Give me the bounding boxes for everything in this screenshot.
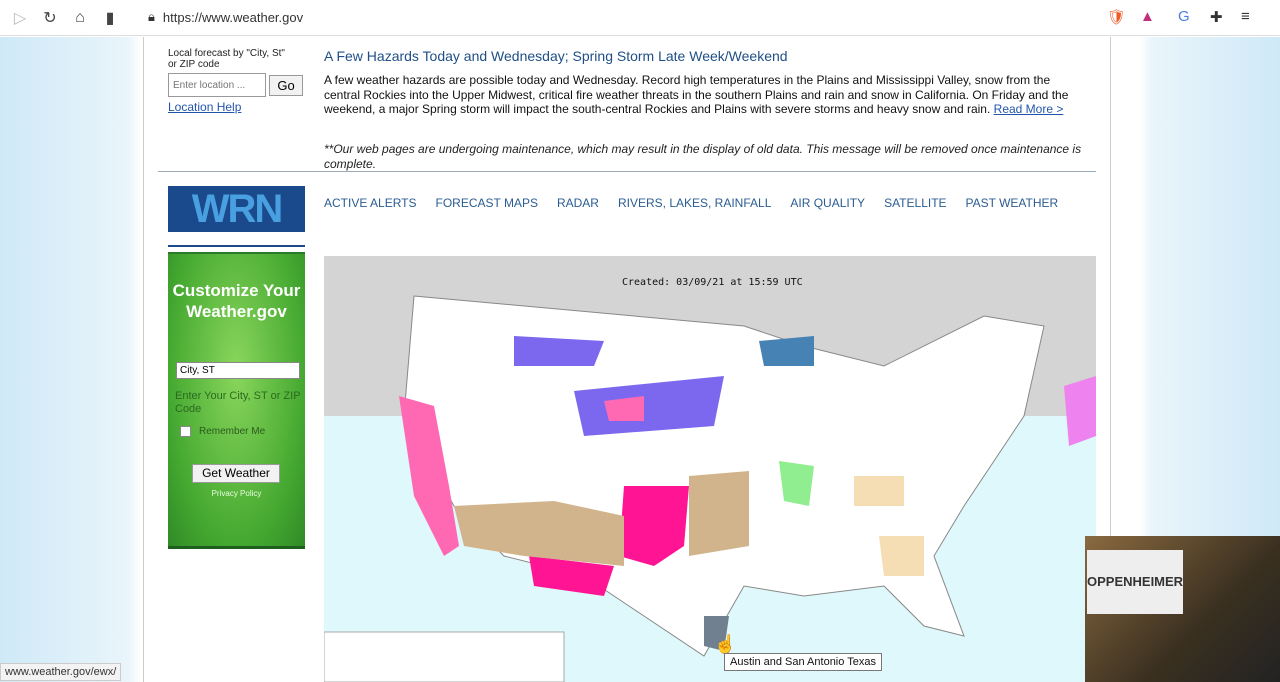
nav-radar[interactable]: RADAR	[557, 196, 599, 210]
location-help-link[interactable]: Location Help	[168, 100, 241, 114]
map-tooltip: Austin and San Antonio Texas	[724, 653, 882, 671]
address-bar[interactable]: 🔒︎ https://www.weather.gov	[148, 9, 303, 25]
home-icon[interactable]: ⌂	[65, 9, 95, 27]
media-icon[interactable]: ≡	[1241, 8, 1250, 25]
brave-shield-icon[interactable]: 🛡︎	[1107, 8, 1126, 26]
lock-icon: 🔒︎	[148, 9, 155, 24]
us-map	[324, 256, 1096, 682]
divider	[158, 171, 1096, 172]
city-hint: Enter Your City, ST or ZIP Code	[175, 390, 301, 415]
nav-past-weather[interactable]: PAST WEATHER	[966, 196, 1059, 210]
divider	[168, 245, 305, 247]
webcam-sign: OPPENHEIMER	[1087, 550, 1183, 614]
headline-body: A few weather hazards are possible today…	[324, 73, 1084, 117]
nav-forecast-maps[interactable]: FORECAST MAPS	[435, 196, 537, 210]
translate-icon[interactable]: G	[1178, 8, 1190, 25]
nav-air-quality[interactable]: AIR QUALITY	[790, 196, 865, 210]
headline-title[interactable]: A Few Hazards Today and Wednesday; Sprin…	[324, 48, 788, 64]
green-alert-area	[779, 461, 814, 506]
wheat-alert-area	[854, 476, 904, 506]
wheat-alert-area	[879, 536, 924, 576]
hazards-map[interactable]	[324, 256, 1096, 682]
customize-title: Customize Your Weather.gov	[172, 281, 301, 321]
get-weather-button[interactable]: Get Weather	[192, 464, 280, 483]
headline-text: A few weather hazards are possible today…	[324, 73, 1069, 117]
nav-active-alerts[interactable]: ACTIVE ALERTS	[324, 196, 416, 210]
nav-satellite[interactable]: SATELLITE	[884, 196, 946, 210]
map-created-label: Created: 03/09/21 at 15:59 UTC	[622, 277, 803, 288]
nav-rivers[interactable]: RIVERS, LAKES, RAINFALL	[618, 196, 771, 210]
marine-alert-area	[1064, 376, 1096, 446]
read-more-link[interactable]: Read More >	[994, 102, 1064, 116]
city-input[interactable]: City, ST	[176, 362, 300, 379]
brave-rewards-icon[interactable]: ▲	[1140, 8, 1155, 25]
remember-me[interactable]: Remember Me	[180, 426, 265, 437]
remember-checkbox[interactable]	[180, 426, 191, 437]
forward-icon[interactable]: ▷	[5, 8, 35, 28]
reload-icon[interactable]: ↻	[35, 8, 65, 28]
bookmark-icon[interactable]: ▮	[95, 8, 125, 28]
heat-alert-area	[689, 471, 749, 556]
webcam-overlay: OPPENHEIMER	[1085, 536, 1280, 682]
winter-alert-area	[514, 336, 604, 366]
location-input[interactable]	[168, 73, 266, 97]
status-bar-url: www.weather.gov/ewx/	[0, 663, 122, 681]
privacy-policy-link[interactable]: Privacy Policy	[168, 489, 305, 498]
go-button[interactable]: Go	[269, 75, 303, 96]
extensions-icon[interactable]: ✚	[1210, 8, 1223, 26]
url-text: https://www.weather.gov	[162, 9, 304, 25]
customize-panel: Customize Your Weather.gov City, ST Ente…	[168, 252, 305, 549]
heat-alert-area	[454, 501, 624, 566]
remember-label: Remember Me	[199, 426, 266, 437]
browser-toolbar: ▷ ↻ ⌂ ▮ 🔒︎ https://www.weather.gov 🛡︎ ▲ G…	[0, 0, 1280, 36]
local-forecast-label: Local forecast by "City, St" or ZIP code	[168, 48, 285, 70]
hand-cursor-icon: ☝	[714, 634, 737, 654]
maintenance-notice: **Our web pages are undergoing maintenan…	[324, 142, 1082, 171]
main-nav: ACTIVE ALERTS FORECAST MAPS RADAR RIVERS…	[324, 196, 1058, 210]
wrn-logo[interactable]: WRN	[168, 186, 305, 232]
lake-alert-area	[759, 336, 814, 366]
inset-maps[interactable]	[324, 631, 565, 682]
